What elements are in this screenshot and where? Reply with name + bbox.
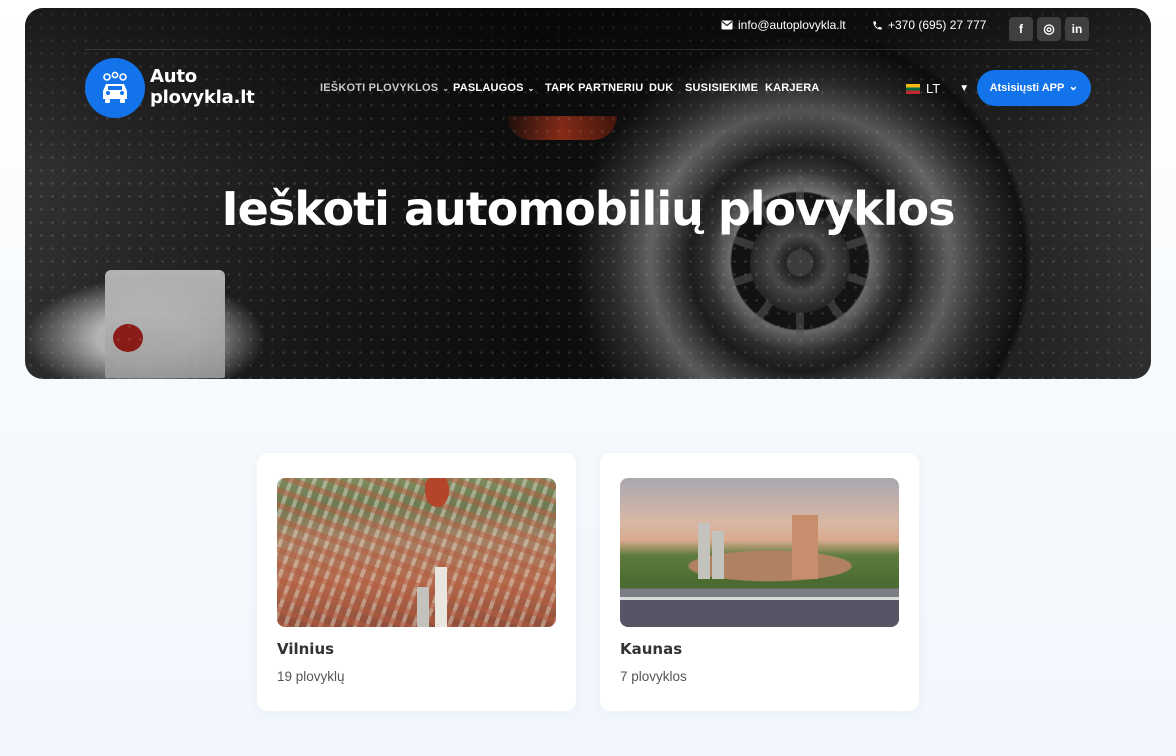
city-name: Kaunas: [620, 640, 683, 658]
car-wash-icon: [103, 71, 127, 103]
download-app-button[interactable]: Atsisiųsti APP ⌄: [977, 70, 1091, 106]
page-title: Ieškoti automobilių plovyklos: [221, 182, 956, 236]
vilnius-photo: [277, 478, 556, 627]
kaunas-photo: [620, 478, 899, 627]
phone-link[interactable]: +370 (695) 27 777: [872, 18, 986, 32]
email-text: info@autoplovykla.lt: [738, 18, 846, 32]
language-code: LT: [926, 81, 941, 96]
nav-item-karjera[interactable]: KARJERA: [765, 82, 820, 94]
nav-item-ieskoti-plovyklos[interactable]: IEŠKOTI PLOVYKLOS ⌄: [320, 82, 449, 94]
city-card-vilnius[interactable]: Vilnius 19 plovyklų: [257, 453, 576, 711]
chevron-down-icon: ⌄: [442, 84, 450, 93]
phone-icon: [873, 20, 882, 30]
header-divider: [85, 49, 1091, 50]
nav-label: KARJERA: [765, 82, 820, 94]
phone-text: +370 (695) 27 777: [888, 18, 987, 32]
email-link[interactable]: info@autoplovykla.lt: [721, 18, 846, 32]
mail-icon: [721, 20, 733, 30]
nav-item-duk[interactable]: DUK: [649, 82, 673, 94]
language-selector[interactable]: LT ▼: [906, 81, 969, 96]
nav-label: IEŠKOTI PLOVYKLOS: [320, 82, 439, 94]
nav-label: SUSISIEKIME: [685, 82, 759, 94]
logo[interactable]: [85, 58, 145, 118]
caret-down-icon: ▼: [959, 83, 970, 94]
nav-item-paslaugos[interactable]: PASLAUGOS ⌄: [453, 82, 535, 94]
nav-label: PASLAUGOS: [453, 82, 524, 94]
city-card-kaunas[interactable]: Kaunas 7 plovyklos: [600, 453, 919, 711]
nav-label: TAPK PARTNERIU: [545, 82, 644, 94]
wash-count: 7 plovyklos: [620, 669, 687, 684]
city-name: Vilnius: [277, 640, 335, 658]
logo-text[interactable]: Auto plovykla.lt: [150, 66, 255, 108]
logo-line-2: plovykla.lt: [150, 87, 255, 108]
nav-item-tapk-partneriu[interactable]: TAPK PARTNERIU: [545, 82, 643, 94]
download-app-label: Atsisiųsti APP: [989, 82, 1065, 94]
facebook-icon[interactable]: f: [1009, 17, 1033, 41]
lithuania-flag-icon: [906, 83, 920, 94]
nav-label: DUK: [649, 82, 674, 94]
topbar: info@autoplovykla.lt +370 (695) 27 777 f…: [0, 8, 1176, 48]
linkedin-icon[interactable]: in: [1065, 17, 1089, 41]
chevron-down-icon: ⌄: [527, 84, 535, 93]
wash-count: 19 plovyklų: [277, 669, 345, 684]
nav-item-susisiekime[interactable]: SUSISIEKIME: [685, 82, 758, 94]
chevron-down-icon: ⌄: [1068, 79, 1079, 93]
logo-line-1: Auto: [150, 66, 197, 87]
instagram-icon[interactable]: ◎: [1037, 17, 1061, 41]
